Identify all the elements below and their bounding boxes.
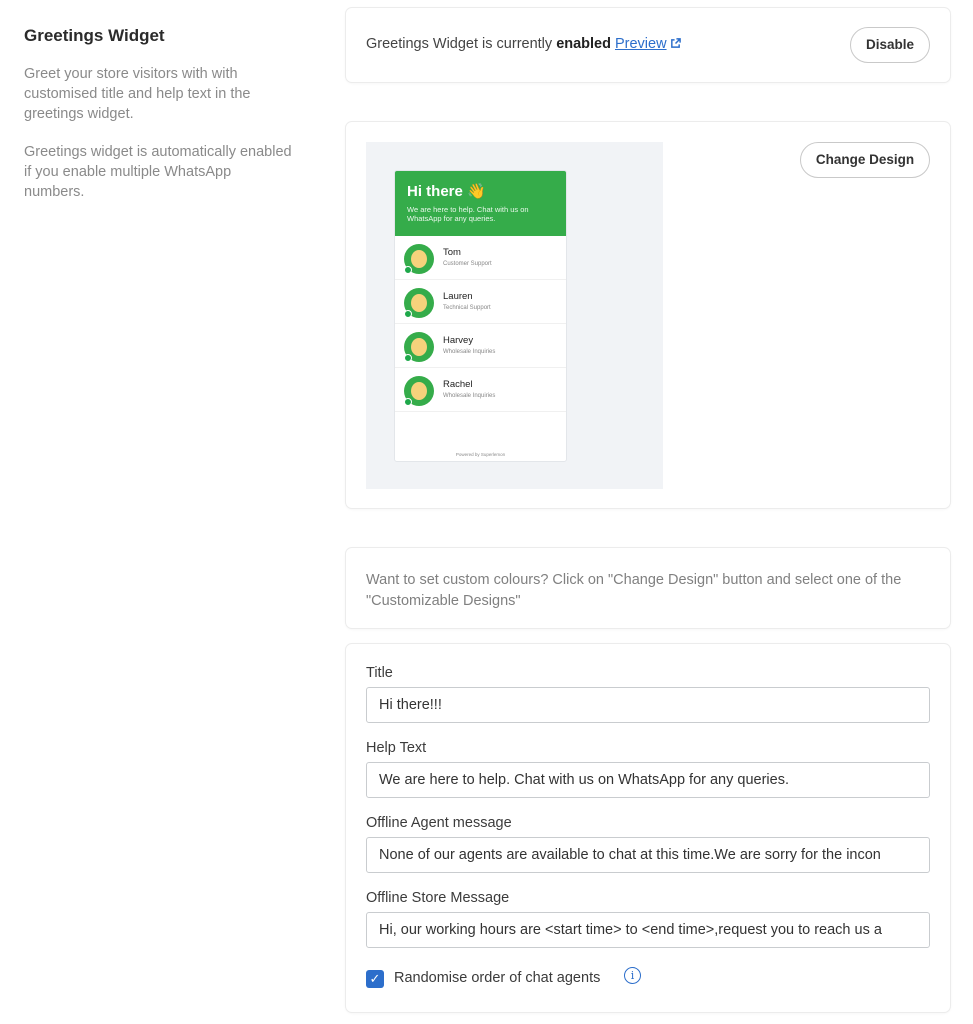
agent-avatar [404,244,434,274]
offline-agent-input[interactable] [366,837,930,873]
title-label: Title [366,665,393,681]
offline-store-input[interactable] [366,912,930,948]
whatsapp-badge-icon [404,266,412,274]
whatsapp-badge-icon [404,310,412,318]
section-description: Greetings Widget Greet your store visito… [24,26,294,220]
agent-row: Tom Customer Support [395,236,566,280]
agent-role: Customer Support [443,261,492,267]
change-design-button[interactable]: Change Design [800,142,930,178]
widget-header: Hi there 👋 We are here to help. Chat wit… [395,171,566,236]
whatsapp-badge-icon [404,354,412,362]
status-message: Greetings Widget is currently enabled Pre… [366,36,681,52]
widget-preview-area: Hi there 👋 We are here to help. Chat wit… [366,142,663,489]
agent-name: Lauren [443,291,473,302]
section-title: Greetings Widget [24,26,165,45]
agent-name: Rachel [443,379,473,390]
status-prefix: Greetings Widget is currently [366,36,557,52]
offline-store-label: Offline Store Message [366,890,510,906]
agent-avatar [404,376,434,406]
agent-avatar [404,288,434,318]
powered-by-text: Powered by Superlemon [455,452,506,457]
agent-avatar [404,332,434,362]
agent-role: Wholesale Inquiries [443,349,496,355]
agent-name: Tom [443,247,461,258]
randomise-label: Randomise order of chat agents [394,970,601,986]
section-description-text: Greet your store visitors with with cust… [24,66,251,122]
help-text-input[interactable] [366,762,930,798]
status-card: Greetings Widget is currently enabled Pre… [346,8,950,82]
section-note-text: Greetings widget is automatically enable… [24,144,292,200]
offline-agent-label: Offline Agent message [366,815,512,831]
greetings-widget-preview: Hi there 👋 We are here to help. Chat wit… [394,170,567,462]
widget-settings-form: Title Help Text Offline Agent message Of… [346,644,950,1012]
agent-row: Lauren Technical Support [395,280,566,324]
widget-title: Hi there 👋 [407,183,486,200]
agent-role: Technical Support [443,305,491,311]
checkmark-icon: ✓ [369,971,381,986]
external-link-icon [670,38,681,48]
disable-button[interactable]: Disable [850,27,930,63]
agent-row: Rachel Wholesale Inquiries [395,368,566,412]
agent-role: Wholesale Inquiries [443,393,496,399]
widget-subtitle: We are here to help. Chat with us on Wha… [407,205,529,223]
status-state: enabled [556,36,611,52]
preview-link[interactable]: Preview [615,36,681,52]
agent-name: Harvey [443,335,474,346]
info-icon[interactable]: i [624,967,641,984]
title-input[interactable] [366,687,930,723]
design-card: Hi there 👋 We are here to help. Chat wit… [346,122,950,508]
whatsapp-badge-icon [404,398,412,406]
custom-colours-hint-card: Want to set custom colours? Click on "Ch… [346,548,950,628]
custom-colours-hint: Want to set custom colours? Click on "Ch… [366,572,902,609]
preview-link-label: Preview [614,36,667,52]
agent-row: Harvey Wholesale Inquiries [395,324,566,368]
randomise-checkbox[interactable]: ✓ [366,970,384,988]
help-text-label: Help Text [366,740,427,756]
